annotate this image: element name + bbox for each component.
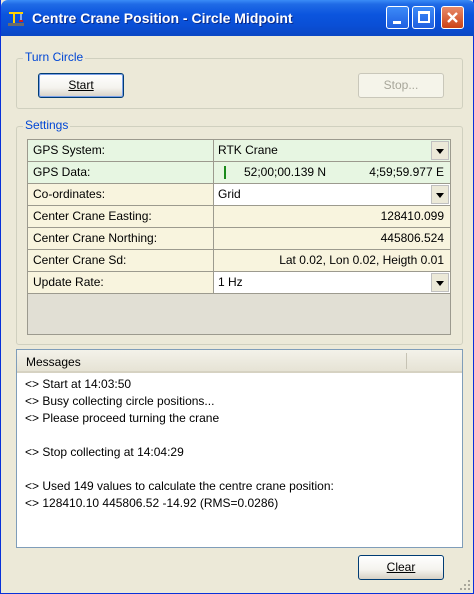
center-sd-value: Lat 0.02, Lon 0.02, Heigth 0.01 <box>214 250 450 272</box>
coordinates-value: Grid <box>218 187 241 201</box>
gps-data-value: 52;00;00.139 N 4;59;59.977 E <box>214 162 450 184</box>
list-item: <> Please proceed turning the crane <box>25 411 220 425</box>
update-rate-value: 1 Hz <box>218 275 243 289</box>
list-item: <> Busy collecting circle positions... <box>25 394 215 408</box>
gps-data-label: GPS Data: <box>28 162 214 184</box>
gps-system-label: GPS System: <box>28 140 214 162</box>
center-easting-label: Center Crane Easting: <box>28 206 214 228</box>
close-button[interactable] <box>441 6 464 29</box>
messages-header-label: Messages <box>26 355 81 369</box>
start-button[interactable]: Start <box>38 73 124 98</box>
dropdown-arrow-icon[interactable] <box>431 273 449 292</box>
row-center-easting: Center Crane Easting: 128410.099 <box>28 206 450 228</box>
list-item: <> Used 149 values to calculate the cent… <box>25 479 334 493</box>
clear-button-label: Clear <box>386 560 416 574</box>
row-update-rate[interactable]: Update Rate: 1 Hz <box>28 272 450 294</box>
row-center-sd: Center Crane Sd: Lat 0.02, Lon 0.02, Hei… <box>28 250 450 272</box>
turn-circle-group-title: Turn Circle <box>23 50 86 64</box>
list-item: <> 128410.10 445806.52 -14.92 (RMS=0.028… <box>25 496 279 510</box>
coordinates-label: Co-ordinates: <box>28 184 214 206</box>
list-item: <> Start at 14:03:50 <box>25 377 132 391</box>
center-easting-value: 128410.099 <box>214 206 450 228</box>
title-bar[interactable]: Centre Crane Position - Circle Midpoint <box>1 0 474 36</box>
close-icon <box>447 12 458 23</box>
start-button-label: Start <box>68 78 94 92</box>
maximize-icon <box>418 11 430 23</box>
row-coordinates[interactable]: Co-ordinates: Grid <box>28 184 450 206</box>
resize-grip-icon[interactable] <box>459 579 471 591</box>
gps-longitude: 4;59;59.977 E <box>369 165 444 179</box>
column-divider[interactable] <box>406 353 407 369</box>
gps-signal-icon <box>224 166 226 179</box>
center-sd-label: Center Crane Sd: <box>28 250 214 272</box>
message-lines: <> Start at 14:03:50 <> Busy collecting … <box>25 376 455 512</box>
coordinates-select[interactable]: Grid <box>214 184 450 206</box>
row-center-northing: Center Crane Northing: 445806.524 <box>28 228 450 250</box>
window-title: Centre Crane Position - Circle Midpoint <box>32 10 293 26</box>
crane-app-icon <box>8 12 24 26</box>
gps-system-value: RTK Crane <box>218 143 278 157</box>
stop-button[interactable]: Stop... <box>358 73 444 98</box>
minimize-button[interactable] <box>386 6 409 29</box>
center-northing-label: Center Crane Northing: <box>28 228 214 250</box>
settings-group-title: Settings <box>23 118 71 132</box>
list-item <box>25 461 455 478</box>
gps-system-select[interactable]: RTK Crane <box>214 140 450 162</box>
settings-grid: GPS System: RTK Crane GPS Data: 52;00;00… <box>27 139 451 335</box>
dropdown-arrow-icon[interactable] <box>431 141 449 160</box>
row-gps-data: GPS Data: 52;00;00.139 N 4;59;59.977 E <box>28 162 450 184</box>
stop-button-label: Stop... <box>383 78 419 92</box>
update-rate-select[interactable]: 1 Hz <box>214 272 450 294</box>
dialog-window: Centre Crane Position - Circle Midpoint … <box>0 0 474 594</box>
update-rate-label: Update Rate: <box>28 272 214 294</box>
center-northing-value: 445806.524 <box>214 228 450 250</box>
maximize-button[interactable] <box>412 6 435 29</box>
messages-list[interactable]: Messages <> Start at 14:03:50 <> Busy co… <box>16 349 463 548</box>
minimize-icon <box>393 21 401 24</box>
list-item <box>25 427 455 444</box>
dropdown-arrow-icon[interactable] <box>431 185 449 204</box>
list-item: <> Stop collecting at 14:04:29 <box>25 445 184 459</box>
gps-latitude: 52;00;00.139 N <box>244 165 327 179</box>
row-gps-system[interactable]: GPS System: RTK Crane <box>28 140 450 162</box>
messages-column-header[interactable]: Messages <box>17 350 462 373</box>
clear-button[interactable]: Clear <box>358 555 444 580</box>
